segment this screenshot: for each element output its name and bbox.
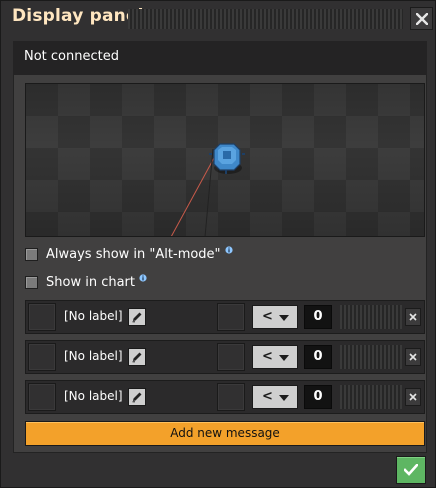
- constant-input[interactable]: 0: [304, 345, 332, 369]
- message-row: [No label] < 0: [25, 380, 425, 414]
- row-drag-handle[interactable]: [340, 305, 402, 329]
- close-button[interactable]: [410, 7, 433, 30]
- row-drag-handle[interactable]: [340, 385, 402, 409]
- info-icon: [139, 274, 147, 282]
- comparator-value: <: [262, 309, 273, 324]
- row-drag-handle[interactable]: [340, 345, 402, 369]
- always-show-alt-mode-label: Always show in "Alt-mode": [46, 246, 221, 262]
- connection-status: Not connected: [24, 49, 119, 64]
- close-icon: [409, 393, 417, 401]
- pencil-icon: [132, 352, 142, 363]
- comparator-dropdown[interactable]: <: [252, 345, 298, 369]
- icon-slot[interactable]: [28, 303, 56, 331]
- always-show-alt-mode-checkbox[interactable]: [25, 247, 38, 261]
- message-label: [No label]: [64, 389, 123, 403]
- pencil-icon: [132, 312, 142, 323]
- constant-input[interactable]: 0: [304, 305, 332, 329]
- remove-message-button[interactable]: [405, 308, 421, 326]
- info-icon: [224, 246, 233, 254]
- edit-label-button[interactable]: [128, 348, 146, 366]
- display-panel-window: Display panel Not connected Always show …: [0, 0, 436, 488]
- show-in-chart-checkbox[interactable]: [25, 275, 38, 289]
- always-show-alt-mode-option[interactable]: Always show in "Alt-mode": [25, 245, 233, 263]
- message-label: [No label]: [64, 349, 123, 363]
- add-new-message-button[interactable]: Add new message: [25, 421, 425, 446]
- comparator-value: <: [262, 349, 273, 364]
- window-title: Display panel: [12, 6, 144, 26]
- edit-label-button[interactable]: [128, 388, 146, 406]
- icon-slot[interactable]: [28, 343, 56, 371]
- comparator-dropdown[interactable]: <: [252, 385, 298, 409]
- comparator-dropdown[interactable]: <: [252, 305, 298, 329]
- edit-label-button[interactable]: [128, 308, 146, 326]
- display-panel-entity-icon: [209, 143, 245, 174]
- condition-signal-slot[interactable]: [217, 303, 245, 331]
- confirm-button[interactable]: [396, 456, 426, 484]
- close-icon: [416, 13, 428, 25]
- pencil-icon: [132, 392, 142, 403]
- chevron-down-icon: [279, 395, 289, 401]
- icon-slot[interactable]: [28, 383, 56, 411]
- drag-handle[interactable]: [128, 9, 403, 29]
- constant-input[interactable]: 0: [304, 385, 332, 409]
- title-bar: Display panel: [1, 1, 436, 37]
- connection-status-bar: Not connected: [13, 41, 427, 75]
- message-label: [No label]: [64, 309, 123, 323]
- message-row: [No label] < 0: [25, 300, 425, 334]
- entity-preview: [25, 83, 425, 237]
- close-icon: [409, 353, 417, 361]
- checkmark-icon: [404, 464, 418, 476]
- condition-signal-slot[interactable]: [217, 383, 245, 411]
- chevron-down-icon: [279, 355, 289, 361]
- close-icon: [409, 313, 417, 321]
- chevron-down-icon: [279, 315, 289, 321]
- comparator-value: <: [262, 389, 273, 404]
- remove-message-button[interactable]: [405, 388, 421, 406]
- remove-message-button[interactable]: [405, 348, 421, 366]
- show-in-chart-label: Show in chart: [46, 274, 135, 290]
- message-row: [No label] < 0: [25, 340, 425, 374]
- show-in-chart-option[interactable]: Show in chart: [25, 273, 147, 291]
- condition-signal-slot[interactable]: [217, 343, 245, 371]
